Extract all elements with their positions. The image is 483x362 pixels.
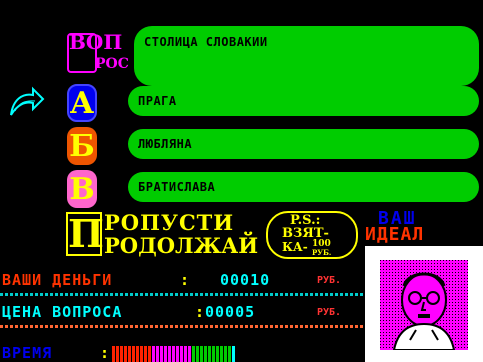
question-text: СТОЛИЦА СЛОВАКИИ	[144, 35, 268, 49]
time-sep: :	[100, 344, 110, 362]
answer-c-badge[interactable]: В	[67, 170, 97, 208]
answer-a-text: ПРАГА	[138, 94, 177, 108]
time-bar-segment	[112, 346, 115, 362]
time-bar-segment	[144, 346, 147, 362]
portrait-icon	[380, 260, 468, 351]
time-bar-segment	[124, 346, 127, 362]
answer-c-letter: В	[69, 171, 95, 207]
time-bar-segment	[160, 346, 163, 362]
time-bar-segment	[180, 346, 183, 362]
time-bar-segment	[208, 346, 211, 362]
time-bar-segment	[152, 346, 155, 362]
ps-badge: P.S.: ВЗЯТ- КА- 100 РУБ.	[266, 211, 358, 259]
ps-unit: РУБ.	[312, 248, 332, 257]
time-bar-segment	[204, 346, 207, 362]
money-value: 00010	[220, 271, 271, 289]
price-value: 00005	[205, 303, 256, 321]
answer-c-text: БРАТИСЛАВА	[138, 180, 216, 194]
skip-line2: РОДОЛЖАЙ	[104, 233, 259, 258]
time-label: ВРЕМЯ	[2, 344, 53, 362]
time-bar-segment	[216, 346, 219, 362]
logo: ВОП РОС	[67, 30, 129, 77]
time-bar-segment	[200, 346, 203, 362]
answer-c-button[interactable]: БРАТИСЛАВА	[128, 172, 479, 202]
time-bar-segment	[184, 346, 187, 362]
time-bar-segment	[232, 346, 235, 362]
money-sep: :	[180, 271, 190, 289]
time-bar-segment	[168, 346, 171, 362]
question-panel: СТОЛИЦА СЛОВАКИИ	[134, 26, 479, 86]
money-label: ВАШИ ДЕНЬГИ	[2, 271, 113, 289]
time-bar-segment	[212, 346, 215, 362]
time-bar-segment	[164, 346, 167, 362]
answer-b-button[interactable]: ЛЮБЛЯНА	[128, 129, 479, 159]
divider-2	[0, 325, 365, 328]
logo-line1: ВОП	[69, 30, 123, 54]
time-bar-segment	[136, 346, 139, 362]
skip-line1: РОПУСТИ	[104, 210, 235, 235]
answer-b-letter: Б	[69, 128, 95, 164]
time-bar-segment	[220, 346, 223, 362]
skip-button[interactable]: П РОПУСТИ РОДОЛЖАЙ	[66, 210, 264, 258]
answer-b-text: ЛЮБЛЯНА	[138, 137, 193, 151]
money-row: ВАШИ ДЕНЬГИ : 00010 РУБ.	[2, 271, 360, 291]
time-bar-segment	[176, 346, 179, 362]
answer-a-button[interactable]: ПРАГА	[128, 86, 479, 116]
time-bar-segment	[148, 346, 151, 362]
logo-line2: РОС	[95, 56, 129, 72]
back-arrow-icon[interactable]	[7, 85, 45, 119]
time-bar-segment	[172, 346, 175, 362]
answer-a-badge[interactable]: А	[67, 84, 97, 122]
time-bar-segment	[156, 346, 159, 362]
price-sep: :	[195, 303, 205, 321]
time-bar-segment	[228, 346, 231, 362]
divider-1	[0, 293, 365, 296]
skip-big-letter: П	[66, 211, 104, 256]
time-bar-segment	[192, 346, 195, 362]
time-bar-segment	[196, 346, 199, 362]
time-bar-segment	[188, 346, 191, 362]
price-row: ЦЕНА ВОПРОСА : 00005 РУБ.	[2, 303, 360, 323]
ps-line3: КА-	[282, 240, 308, 254]
price-unit: РУБ.	[317, 307, 342, 318]
answer-a-letter: А	[69, 85, 95, 121]
time-bar-segment	[116, 346, 119, 362]
money-unit: РУБ.	[317, 275, 342, 286]
time-bar-segment	[224, 346, 227, 362]
time-bar-segment	[128, 346, 131, 362]
ideal-line2: ИДЕАЛ	[365, 224, 425, 245]
time-bar	[112, 346, 322, 362]
price-label: ЦЕНА ВОПРОСА	[2, 303, 123, 321]
time-bar-segment	[140, 346, 143, 362]
answer-b-badge[interactable]: Б	[67, 127, 97, 165]
time-bar-segment	[120, 346, 123, 362]
time-bar-segment	[132, 346, 135, 362]
